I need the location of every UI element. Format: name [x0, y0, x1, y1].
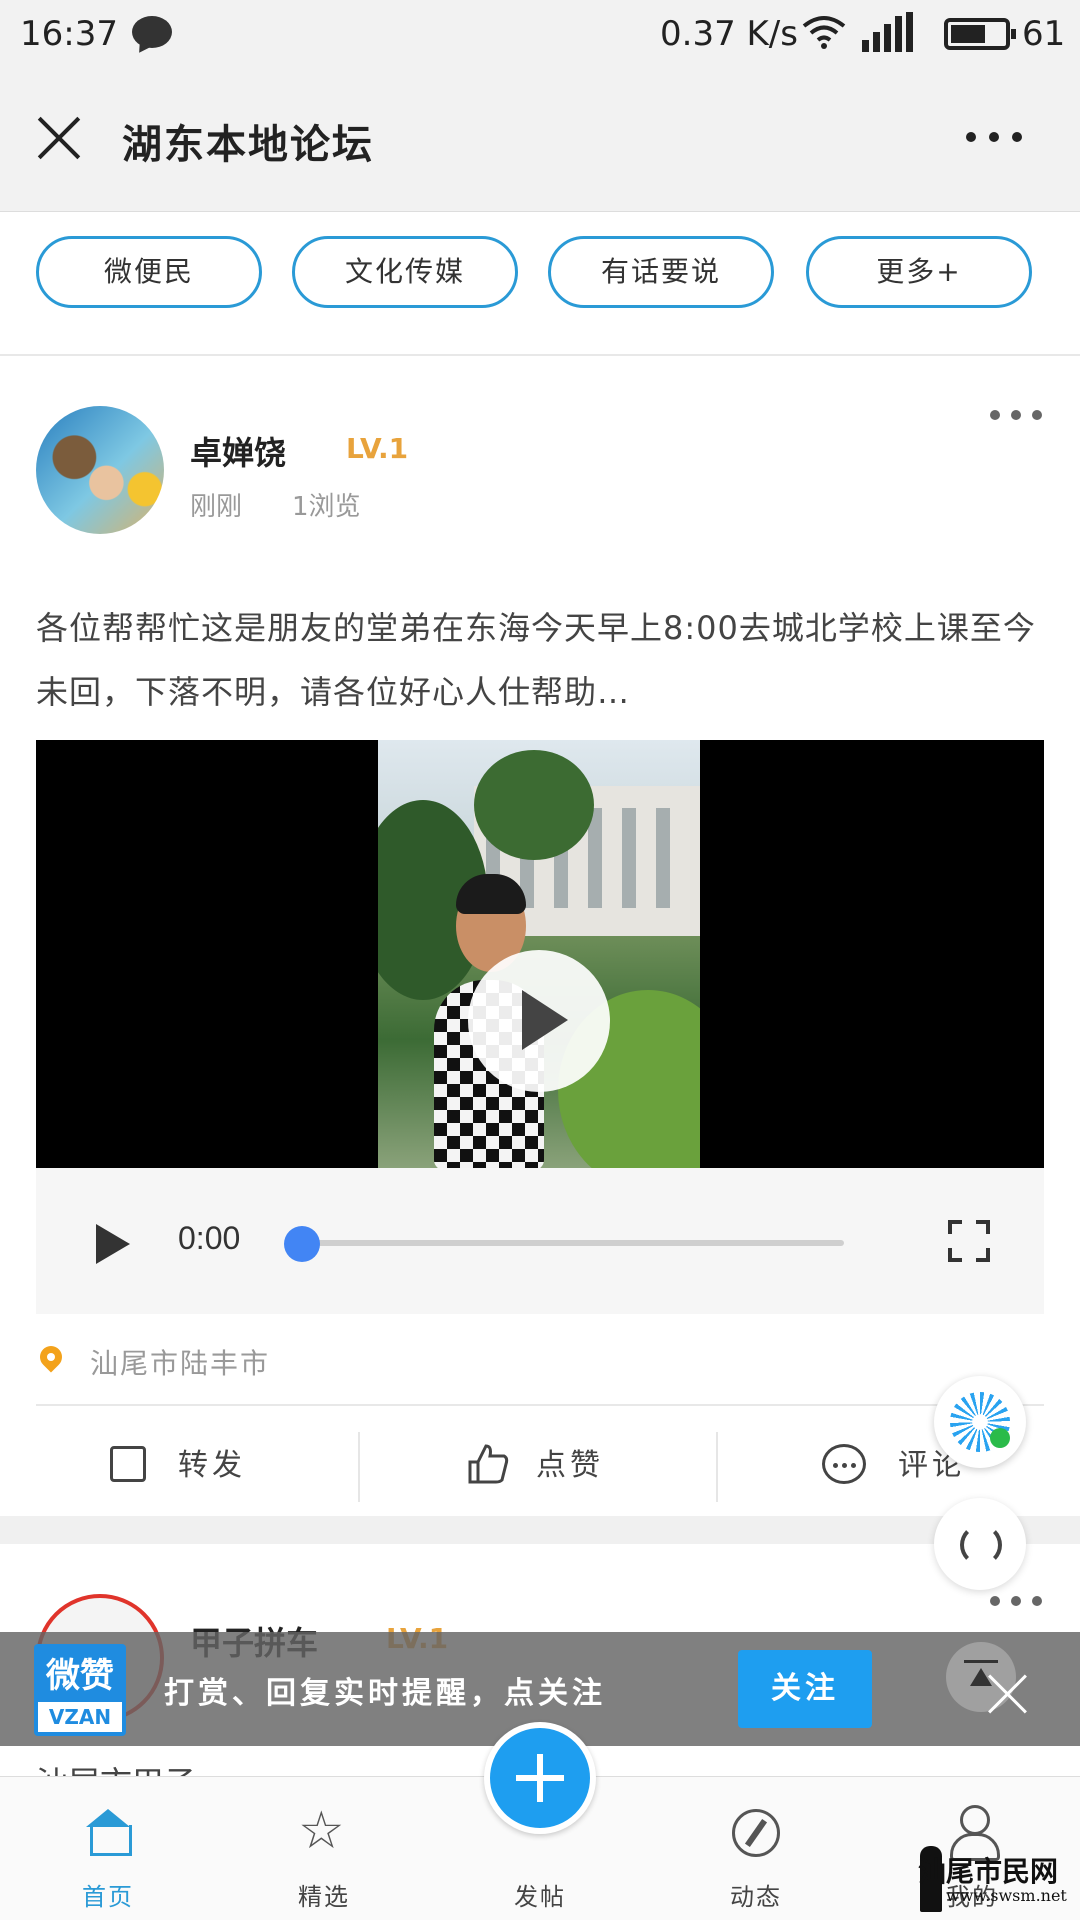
category-pill[interactable]: 微便民: [36, 236, 262, 308]
follow-button[interactable]: 关注: [738, 1650, 872, 1728]
nav-activity[interactable]: 动态: [648, 1777, 864, 1920]
mini-program-button[interactable]: [934, 1376, 1026, 1468]
top-bar: 湖东本地论坛: [0, 70, 1080, 212]
nav-label: 首页: [82, 1883, 134, 1911]
like-label: 点赞: [536, 1448, 604, 1483]
post-views: 1浏览: [292, 492, 361, 522]
avatar[interactable]: [36, 406, 164, 534]
post-more-icon[interactable]: [990, 1596, 1042, 1608]
video-progress-track[interactable]: [288, 1240, 844, 1246]
video-time: 0:00: [178, 1220, 241, 1256]
compass-icon: [732, 1809, 780, 1857]
comment-icon: [822, 1444, 866, 1484]
chat-notification-icon: [132, 16, 172, 48]
video-controls: 0:00: [36, 1168, 1044, 1314]
post-author[interactable]: 卓婵饶: [190, 428, 286, 474]
post-actions: 转发 点赞 评论: [0, 1406, 1080, 1516]
share-icon: [110, 1446, 146, 1482]
banner-close-icon[interactable]: [986, 1672, 1030, 1716]
nav-label: 动态: [730, 1883, 782, 1911]
video-progress-knob[interactable]: [284, 1226, 320, 1262]
page-title: 湖东本地论坛: [122, 122, 374, 168]
share-button[interactable]: 转发: [0, 1406, 358, 1516]
refresh-button[interactable]: [934, 1498, 1026, 1590]
battery-level: 61: [1022, 14, 1066, 54]
like-button[interactable]: 点赞: [360, 1406, 716, 1516]
star-icon: ☆: [298, 1801, 345, 1861]
nav-home[interactable]: 首页: [0, 1777, 216, 1920]
close-icon[interactable]: [36, 114, 82, 160]
category-pill[interactable]: 有话要说: [548, 236, 774, 308]
vzan-logo-subtext: VZAN: [38, 1702, 122, 1732]
status-bar: 16:37 0.37 K/s 61: [0, 0, 1080, 70]
battery-icon: [944, 18, 1016, 50]
level-badge: LV.1: [346, 432, 409, 465]
vzan-logo: 微赞 VZAN: [34, 1644, 126, 1736]
post-more-icon[interactable]: [990, 410, 1042, 422]
play-overlay-icon[interactable]: [468, 950, 610, 1092]
nav-label: 发帖: [514, 1883, 566, 1911]
home-icon: [84, 1809, 132, 1856]
app-root: 16:37 0.37 K/s 61 湖东本地论坛 微便民 文化传媒 有话要说 更…: [0, 0, 1080, 1920]
status-time: 16:37: [20, 14, 118, 54]
watermark-url: www.swsm.net: [946, 1886, 1067, 1905]
play-icon[interactable]: [96, 1224, 130, 1264]
cell-signal-icon: [862, 12, 922, 52]
mini-program-badge-icon: [990, 1428, 1010, 1448]
category-more-pill[interactable]: 更多+: [806, 236, 1032, 308]
watermark-title: 汕尾市民网: [918, 1855, 1059, 1888]
banner-message: 打赏、回复实时提醒，点关注: [164, 1676, 606, 1711]
new-post-plus-icon[interactable]: [484, 1722, 596, 1834]
post-text[interactable]: 各位帮帮忙这是朋友的堂弟在东海今天早上8:00去城北学校上课至今未回，下落不明，…: [36, 596, 1048, 724]
nav-label: 精选: [298, 1883, 350, 1911]
thumbs-up-icon: [466, 1442, 510, 1486]
network-speed: 0.37 K/s: [660, 14, 798, 54]
wifi-icon: [800, 14, 848, 59]
vzan-logo-text: 微赞: [46, 1656, 114, 1696]
category-bar: 微便民 文化传媒 有话要说 更多+: [0, 212, 1080, 356]
post-location[interactable]: 汕尾市陆丰市: [90, 1342, 270, 1382]
fullscreen-icon[interactable]: [948, 1220, 990, 1262]
section-gap: [0, 1516, 1080, 1544]
post-time: 刚刚: [190, 492, 243, 522]
location-pin-icon: [35, 1341, 67, 1373]
nav-featured[interactable]: ☆ 精选: [216, 1777, 432, 1920]
share-label: 转发: [178, 1448, 246, 1483]
category-pill[interactable]: 文化传媒: [292, 236, 518, 308]
more-options-icon[interactable]: [966, 132, 1022, 144]
